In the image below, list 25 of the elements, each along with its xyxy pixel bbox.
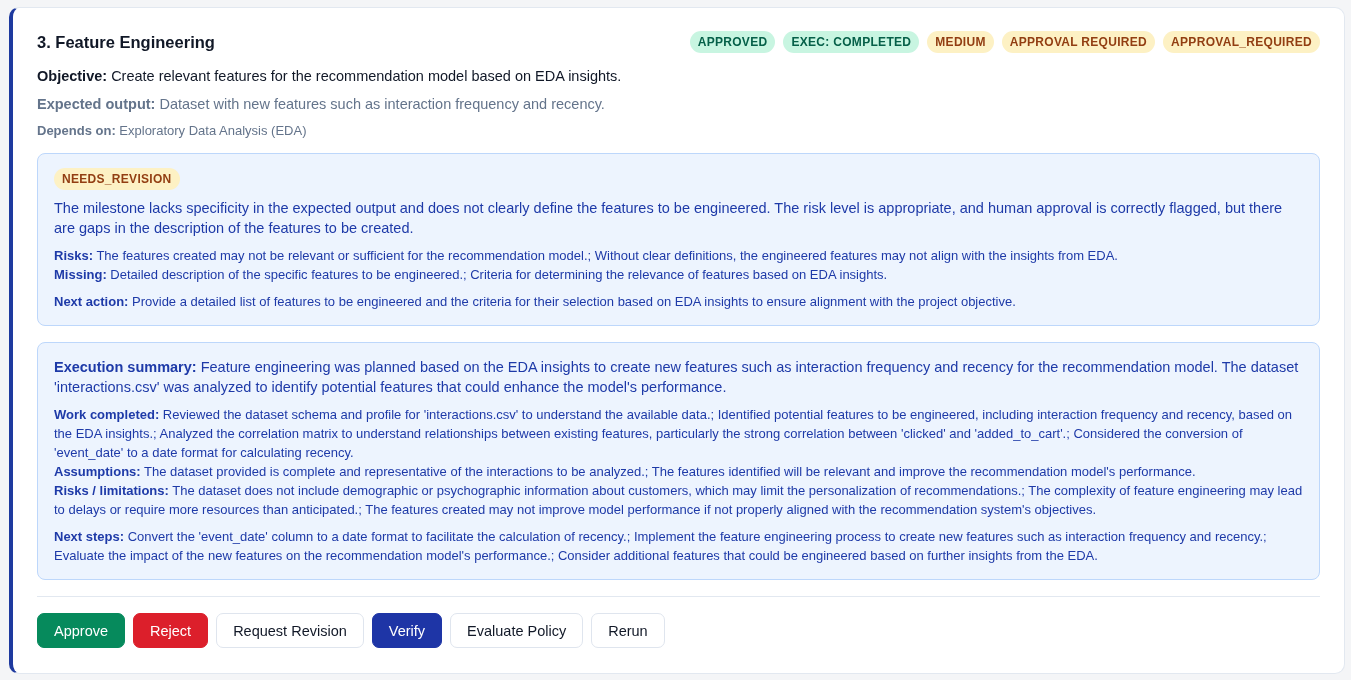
review-detail: Risks: The features created may not be relevant or sufficient for the recommendation model.; Without clear definitions, the engineered features may not align with the insights from EDA.	[54, 247, 1119, 265]
status-badge: MEDIUM	[927, 31, 994, 53]
action-button[interactable]: Verify	[371, 613, 443, 648]
milestone-title: 3. Feature Engineering	[37, 32, 215, 53]
objective-text: Objective: Create relevant features for the recommendation model based on EDA insights.	[37, 67, 623, 86]
execution-detail: Assumptions: The dataset provided is complete and representative of the interactions to be analyzed.; The features identified will be relevant and improve the recommendation model's performance.	[54, 463, 1197, 481]
action-button[interactable]: Rerun	[591, 613, 665, 648]
depends-on-text: Depends on: Exploratory Data Analysis (EDA)	[37, 122, 308, 140]
execution-summary: Execution summary: Feature engineering was planned based on the EDA insights to create new features such as interaction frequency and recency for the recommendation model. The dataset 'interactions.csv' was analyzed to identify potential features that could enhance the model's performance.	[54, 358, 1300, 397]
execution-detail: Work completed: Reviewed the dataset schema and profile for 'interactions.csv' to understand the available data.; Identified potential features to be engineered, including interaction frequency and recency, based on the EDA insights.; Analyzed the correlation matrix to understand relationships between existing features, particularly the strong correlation between 'clicked' and 'added_to_cart'.; Considered the conversion of 'event_date' to a date format for calculating recency.	[54, 406, 1294, 462]
status-badge: EXEC: COMPLETED	[783, 31, 920, 53]
status-badge: APPROVED	[689, 31, 776, 53]
review-detail: Next action: Provide a detailed list of features to be engineered and the criteria for their selection based on EDA insights to ensure alignment with the project objective.	[54, 293, 1017, 311]
action-button[interactable]: Evaluate Policy	[450, 613, 584, 648]
execution-detail: Next steps: Convert the 'event_date' column to a date format to facilitate the calculation of recency.; Implement the feature engineering process to create new features such as interaction frequency and recency.; Evaluate the impact of the new features on the recommendation model's performance.; Consider additional features that could be engineered based on further insights from the EDA.	[54, 528, 1268, 565]
status-badge: APPROVAL REQUIRED	[1001, 31, 1156, 53]
review-detail: Missing: Detailed description of the specific features to be engineered.; Criteria for determining the relevance of features based on EDA insights.	[54, 266, 889, 284]
action-button[interactable]: Request Revision	[216, 613, 364, 648]
verdict-badge: NEEDS_REVISION	[54, 168, 180, 190]
action-button[interactable]: Reject	[133, 613, 209, 648]
status-badge: APPROVAL_REQUIRED	[1163, 31, 1320, 53]
action-button[interactable]: Approve	[37, 613, 125, 648]
execution-detail: Risks / limitations: The dataset does not include demographic or psychographic information about customers, which may limit the personalization of recommendations.; The complexity of feature engineering may lead to delays or require more resources than anticipated.; The features created may not improve model performance if not properly aligned with the recommendation system's objectives.	[54, 482, 1303, 519]
review-summary: The milestone lacks specificity in the expected output and does not clearly define the features to be engineered. The risk level is appropriate, and human approval is correctly flagged, but there are gaps in the description of the features to be created.	[54, 199, 1284, 238]
expected-output-text: Expected output: Dataset with new features such as interaction frequency and recency.	[37, 95, 606, 114]
